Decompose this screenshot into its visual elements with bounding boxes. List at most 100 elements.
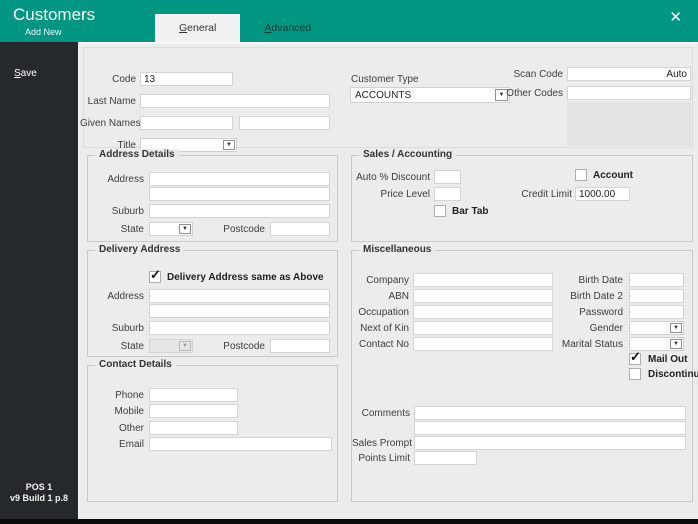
- close-icon[interactable]: ✕: [669, 10, 682, 25]
- password-field[interactable]: [629, 305, 684, 319]
- discontinue-checkbox[interactable]: [629, 368, 641, 380]
- other-codes-field[interactable]: [567, 86, 691, 100]
- other-codes-list[interactable]: [567, 102, 691, 146]
- code-field[interactable]: [140, 72, 233, 86]
- tab-advanced[interactable]: Advanced: [240, 14, 335, 42]
- code-label: Code: [112, 74, 136, 85]
- account-label: Account: [593, 170, 633, 181]
- birth-date2-field[interactable]: [629, 289, 684, 303]
- auto-discount-label: Auto % Discount: [356, 172, 430, 183]
- delivery-address-label: Address: [107, 291, 144, 302]
- customer-type-label: Customer Type: [351, 74, 419, 85]
- delivery-state-label: State: [120, 341, 144, 352]
- comments-line1-field[interactable]: [414, 406, 686, 420]
- auto-discount-field[interactable]: [434, 170, 461, 184]
- given-names-field-1[interactable]: [140, 116, 233, 130]
- delivery-postcode-label: Postcode: [223, 341, 265, 352]
- company-label: Company: [366, 275, 409, 286]
- birth-date-label: Birth Date: [578, 275, 623, 286]
- delivery-address-line1-field[interactable]: [149, 289, 330, 303]
- chevron-down-icon[interactable]: ▼: [670, 339, 682, 349]
- email-label: Email: [118, 439, 144, 450]
- gender-label: Gender: [589, 323, 623, 334]
- mobile-field[interactable]: [149, 404, 238, 418]
- bar-tab-label: Bar Tab: [452, 206, 489, 217]
- suburb-field[interactable]: [149, 204, 330, 218]
- check-icon: ✓: [150, 267, 161, 282]
- address-details-group: Address Details Address Suburb State ▼ P…: [87, 149, 338, 242]
- contact-no-field[interactable]: [413, 337, 553, 351]
- chevron-down-icon: ▼: [179, 341, 191, 351]
- delivery-state-dropdown: ▼: [149, 339, 193, 353]
- postcode-field[interactable]: [270, 222, 330, 236]
- price-level-label: Price Level: [380, 189, 430, 200]
- miscellaneous-group: Miscellaneous Company ABN Occupation Nex…: [351, 244, 698, 502]
- other-codes-label: Other Codes: [506, 88, 563, 99]
- gender-dropdown[interactable]: ▼: [629, 321, 684, 335]
- pos-name: POS 1: [25, 481, 53, 492]
- state-dropdown[interactable]: ▼: [149, 222, 193, 236]
- next-of-kin-field[interactable]: [413, 321, 553, 335]
- page-subtitle: Add New: [25, 27, 62, 37]
- given-names-label: Given Names: [80, 118, 141, 129]
- sales-prompt-label: Sales Prompt: [352, 438, 413, 449]
- address-line2-field[interactable]: [149, 187, 330, 201]
- account-checkbox[interactable]: [575, 169, 587, 181]
- abn-field[interactable]: [413, 289, 553, 303]
- comments-line2-field[interactable]: [414, 421, 686, 435]
- occupation-label: Occupation: [358, 307, 409, 318]
- chevron-down-icon[interactable]: ▼: [670, 323, 682, 333]
- credit-limit-field[interactable]: [575, 187, 630, 201]
- customer-type-dropdown[interactable]: ACCOUNTS ▼: [350, 87, 510, 103]
- phone-field[interactable]: [149, 388, 238, 402]
- page-title: Customers: [13, 5, 96, 24]
- phone-label: Phone: [115, 390, 144, 401]
- delivery-postcode-field[interactable]: [270, 339, 330, 353]
- mail-out-label: Mail Out: [648, 354, 688, 365]
- occupation-field[interactable]: [413, 305, 553, 319]
- customers-window: Customers Add New General Advanced ✕ Sav…: [0, 0, 698, 524]
- delivery-suburb-field[interactable]: [149, 321, 330, 335]
- password-label: Password: [579, 307, 623, 318]
- scan-code-field[interactable]: [567, 67, 691, 81]
- window-header: Customers Add New General Advanced ✕: [0, 0, 698, 42]
- bar-tab-checkbox[interactable]: [434, 205, 446, 217]
- abn-label: ABN: [388, 291, 409, 302]
- mail-out-checkbox[interactable]: ✓: [629, 349, 641, 365]
- price-level-field[interactable]: [434, 187, 461, 201]
- email-field[interactable]: [149, 437, 332, 451]
- scan-code-label: Scan Code: [513, 69, 563, 80]
- address-label: Address: [107, 174, 144, 185]
- birth-date-field[interactable]: [629, 273, 684, 287]
- birth-date2-label: Birth Date 2: [570, 291, 623, 302]
- last-name-field[interactable]: [140, 94, 330, 108]
- company-field[interactable]: [413, 273, 553, 287]
- save-button[interactable]: Save: [14, 68, 37, 79]
- tab-advanced-label: Advanced: [264, 22, 312, 34]
- bottom-bar: [0, 519, 698, 524]
- tab-bar: General Advanced: [155, 14, 335, 42]
- points-limit-field[interactable]: [414, 451, 477, 465]
- tab-general[interactable]: General: [155, 14, 241, 42]
- given-names-field-2[interactable]: [239, 116, 330, 130]
- sidebar: Save POS 1 v9 Build 1 p.8: [0, 42, 78, 519]
- next-of-kin-label: Next of Kin: [360, 323, 409, 334]
- address-line1-field[interactable]: [149, 172, 330, 186]
- contact-details-group: Contact Details Phone Mobile Other Email: [87, 359, 338, 502]
- pos-build: v9 Build 1 p.8: [9, 493, 69, 504]
- other-phone-field[interactable]: [149, 421, 238, 435]
- check-icon: ✓: [630, 349, 641, 364]
- delivery-address-line2-field[interactable]: [149, 304, 330, 318]
- chevron-down-icon[interactable]: ▼: [179, 224, 191, 234]
- sales-accounting-legend: Sales / Accounting: [359, 149, 457, 160]
- tab-general-label: General: [179, 22, 217, 34]
- last-name-label: Last Name: [87, 96, 136, 107]
- sales-prompt-field[interactable]: [414, 436, 686, 450]
- state-label: State: [120, 224, 144, 235]
- chevron-down-icon[interactable]: ▼: [223, 140, 235, 150]
- marital-status-label: Marital Status: [561, 339, 623, 350]
- sales-accounting-group: Sales / Accounting Auto % Discount Price…: [351, 149, 693, 242]
- same-as-above-checkbox[interactable]: ✓: [149, 267, 161, 283]
- miscellaneous-legend: Miscellaneous: [359, 244, 436, 255]
- same-as-above-label: Delivery Address same as Above: [167, 272, 324, 283]
